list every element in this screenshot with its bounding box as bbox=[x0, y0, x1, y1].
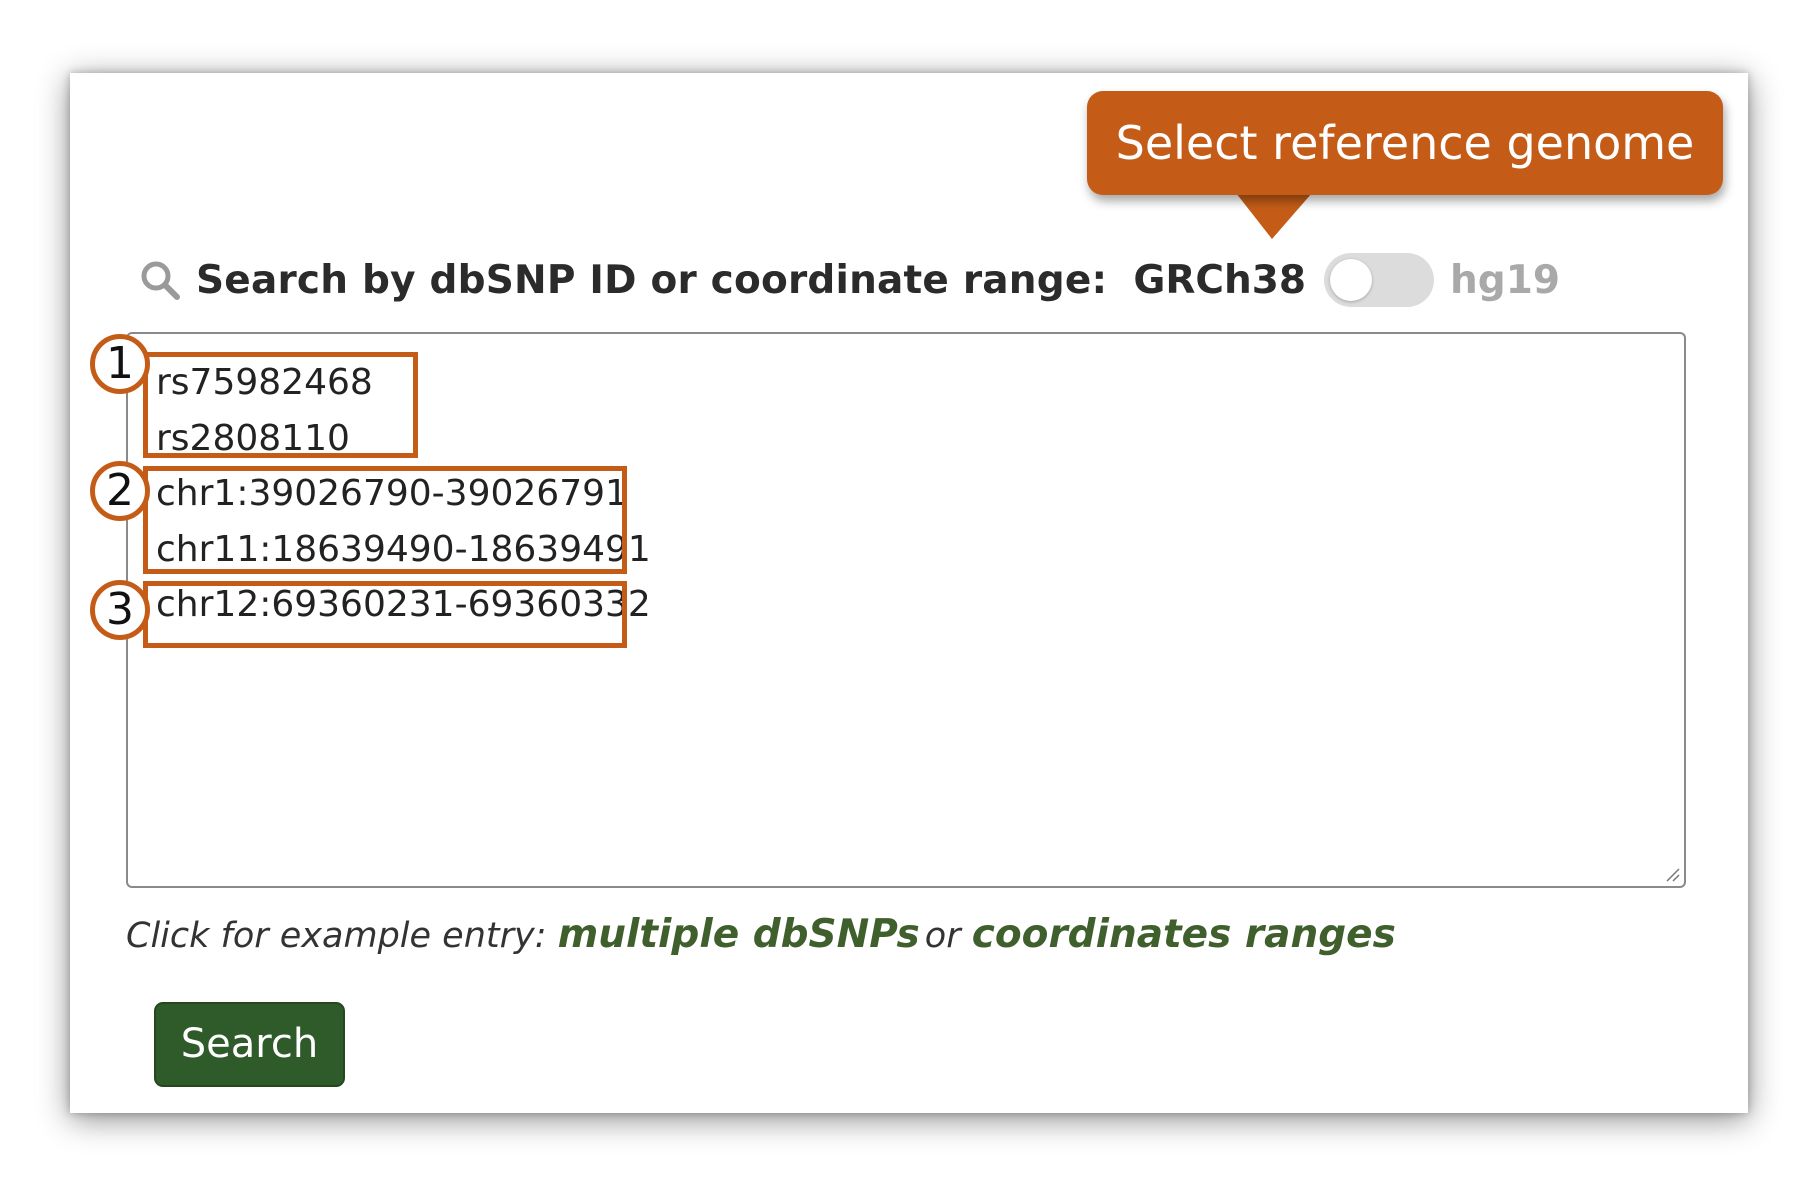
example-entry-row: Click for example entry: multiple dbSNPs… bbox=[126, 905, 1396, 965]
genome-option-grch38[interactable]: GRCh38 bbox=[1133, 258, 1306, 303]
annotation-badge-1: 1 bbox=[90, 334, 150, 394]
example-or-text: or bbox=[924, 916, 972, 956]
search-button[interactable]: Search bbox=[154, 1002, 345, 1087]
example-link-coordinates-ranges[interactable]: coordinates ranges bbox=[972, 912, 1396, 957]
annotation-badge-2: 2 bbox=[90, 461, 150, 521]
highlight-box-coordinate-points bbox=[143, 466, 627, 574]
highlight-box-dbsnp-ids bbox=[143, 352, 418, 458]
search-header: Search by dbSNP ID or coordinate range: … bbox=[138, 250, 1560, 310]
search-label: Search by dbSNP ID or coordinate range: bbox=[196, 257, 1108, 303]
example-link-multiple-dbsnps[interactable]: multiple dbSNPs bbox=[558, 912, 920, 957]
annotation-badge-3: 3 bbox=[90, 580, 150, 640]
toggle-knob bbox=[1330, 259, 1373, 301]
callout-pointer bbox=[1236, 193, 1272, 239]
reference-genome-toggle[interactable] bbox=[1324, 253, 1435, 307]
search-icon bbox=[141, 261, 180, 300]
example-prefix: Click for example entry: bbox=[126, 916, 558, 956]
callout-pointer-right bbox=[1272, 193, 1312, 239]
genome-option-hg19[interactable]: hg19 bbox=[1450, 258, 1560, 303]
highlight-box-coordinate-range bbox=[143, 581, 627, 648]
reference-genome-callout: Select reference genome bbox=[1087, 91, 1723, 195]
resize-grip-icon[interactable] bbox=[1665, 867, 1681, 883]
